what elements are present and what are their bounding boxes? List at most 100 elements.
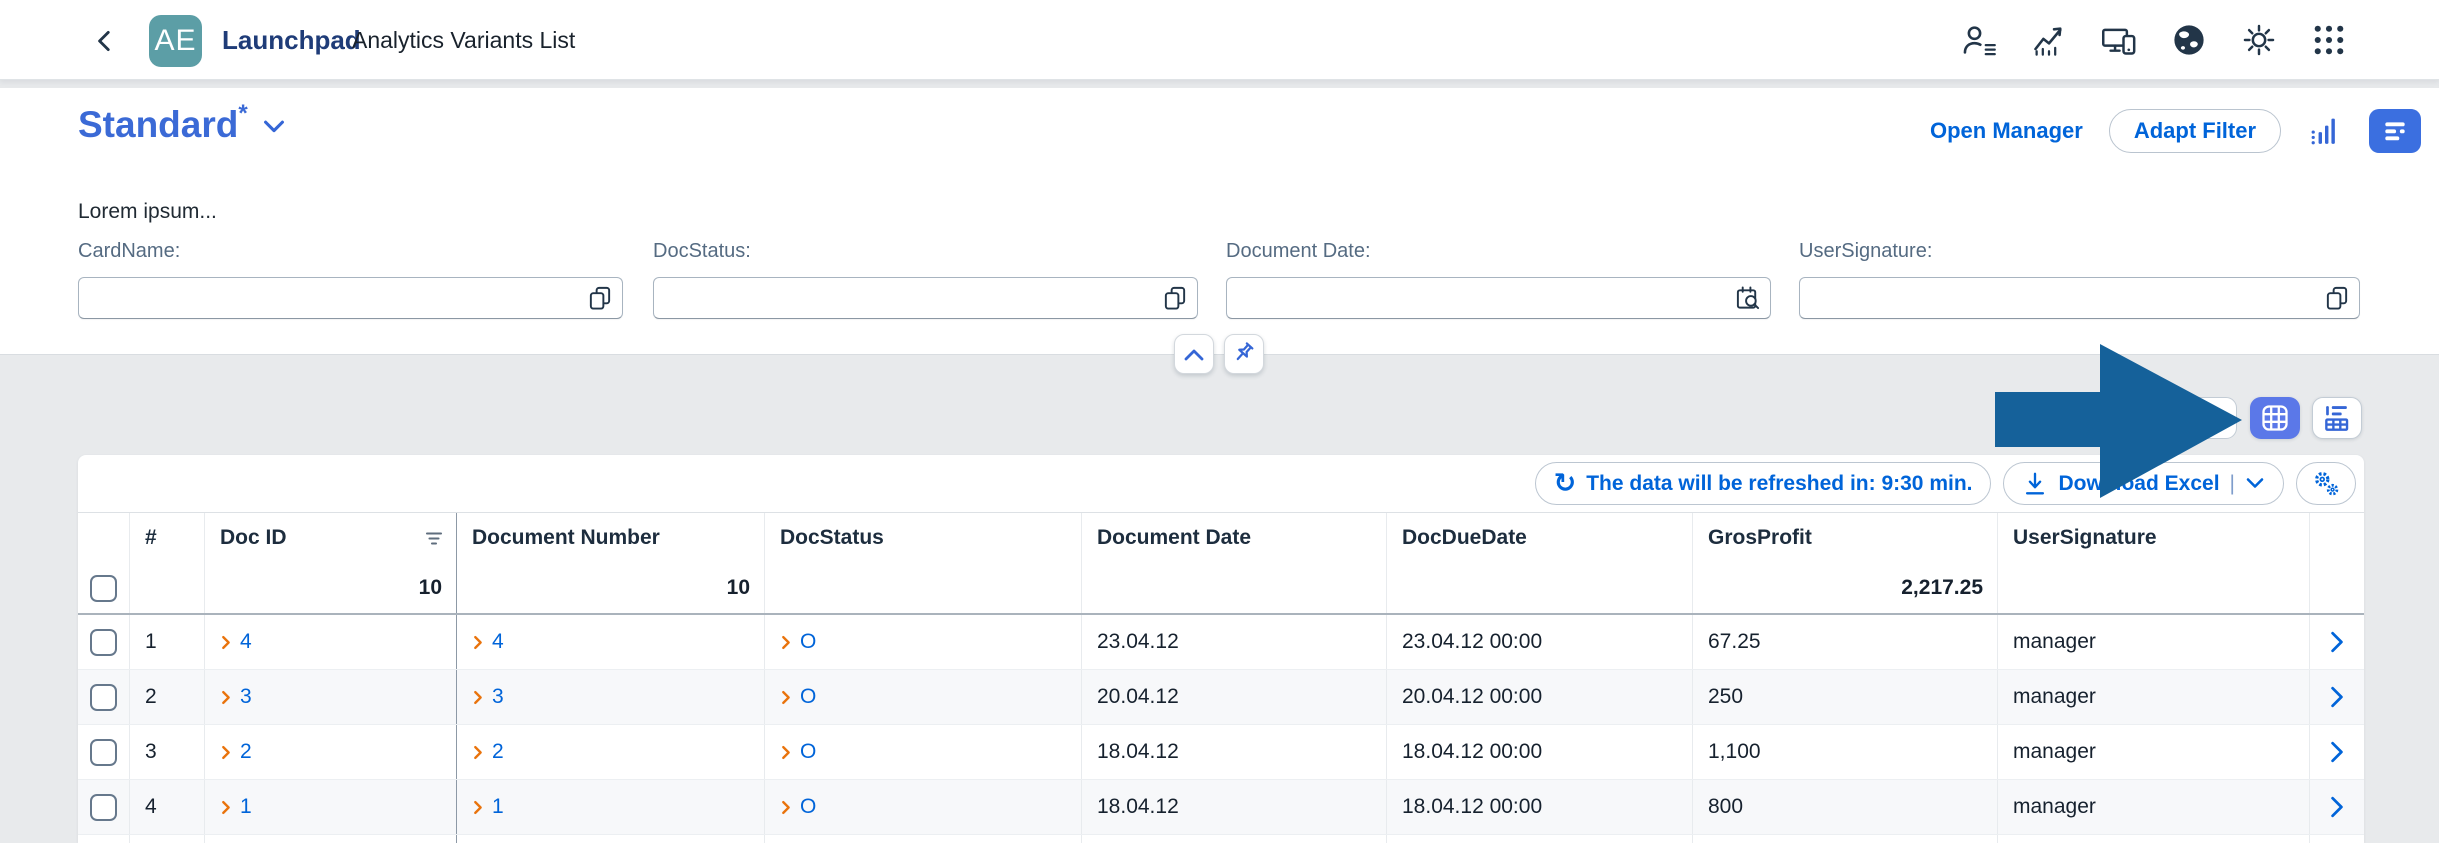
expand-chevron-icon[interactable] bbox=[780, 635, 793, 650]
cardname-input[interactable] bbox=[78, 277, 623, 319]
doc-id-link[interactable]: 3 bbox=[240, 685, 252, 709]
variant-dirty-marker: * bbox=[238, 100, 247, 128]
header-cell-grosprofit[interactable]: GrosProfit bbox=[1693, 513, 1998, 563]
pin-filter-button[interactable] bbox=[1224, 334, 1264, 374]
grid-view-icon bbox=[2260, 403, 2290, 433]
refresh-icon: ↻ bbox=[1554, 470, 1577, 497]
adapt-filter-button[interactable]: Adapt Filter bbox=[2109, 109, 2281, 153]
view-switch-grid-button[interactable] bbox=[2250, 397, 2300, 439]
doc-id-link[interactable]: 2 bbox=[240, 740, 252, 764]
row-checkbox[interactable] bbox=[90, 684, 117, 711]
table-body: 144O23.04.1223.04.12 00:0067.25manager23… bbox=[78, 615, 2364, 835]
expand-chevron-icon[interactable] bbox=[220, 690, 233, 705]
value-help-icon[interactable] bbox=[587, 285, 613, 311]
expand-chevron-icon[interactable] bbox=[780, 800, 793, 815]
docduedate-cell: 18.04.12 00:00 bbox=[1387, 780, 1693, 834]
document-number-link[interactable]: 2 bbox=[492, 740, 504, 764]
empty-cell bbox=[130, 835, 205, 843]
navigate-chevron-icon[interactable] bbox=[2329, 631, 2345, 653]
header-cell-doc-id[interactable]: Doc ID bbox=[205, 513, 457, 563]
filter-layout-button[interactable] bbox=[2369, 109, 2421, 153]
header-cell-document-number[interactable]: Document Number bbox=[457, 513, 765, 563]
expand-chevron-icon[interactable] bbox=[780, 745, 793, 760]
expand-chevron-icon[interactable] bbox=[220, 800, 233, 815]
document-number-link[interactable]: 4 bbox=[492, 630, 504, 654]
row-checkbox[interactable] bbox=[90, 629, 117, 656]
grosprofit-cell: 800 bbox=[1693, 780, 1998, 834]
app-logo[interactable]: AE bbox=[149, 15, 202, 67]
docstatus-link[interactable]: O bbox=[800, 630, 816, 654]
document-date-input[interactable] bbox=[1226, 277, 1771, 319]
navigate-chevron-icon[interactable] bbox=[2329, 796, 2345, 818]
field-label: Document Date: bbox=[1226, 240, 1771, 263]
navigate-chevron-icon[interactable] bbox=[2329, 686, 2345, 708]
usersignature-input[interactable] bbox=[1799, 277, 2360, 319]
shell-header: AE Launchpad Analytics Variants List bbox=[0, 0, 2439, 80]
docduedate-cell: 20.04.12 00:00 bbox=[1387, 670, 1693, 724]
row-checkbox[interactable] bbox=[90, 739, 117, 766]
view-switch-chart-button[interactable] bbox=[2185, 397, 2237, 439]
globe-button[interactable] bbox=[2167, 18, 2211, 62]
chevron-down-icon[interactable] bbox=[2245, 476, 2265, 491]
devices-button[interactable] bbox=[2097, 18, 2141, 62]
header-cell-document-date[interactable]: Document Date bbox=[1082, 513, 1387, 563]
total-cell-empty bbox=[1387, 563, 1693, 613]
expand-chevron-icon[interactable] bbox=[220, 635, 233, 650]
expand-chevron-icon[interactable] bbox=[220, 745, 233, 760]
navigate-chevron-icon[interactable] bbox=[2329, 741, 2345, 763]
table-settings-button[interactable] bbox=[2296, 462, 2356, 505]
value-help-icon[interactable] bbox=[2324, 285, 2350, 311]
user-settings-button[interactable] bbox=[1957, 18, 2001, 62]
select-all-checkbox[interactable] bbox=[90, 575, 117, 602]
header-cell-docduedate[interactable]: DocDueDate bbox=[1387, 513, 1693, 563]
row-navigation-cell bbox=[2310, 615, 2364, 669]
doc-id-link[interactable]: 4 bbox=[240, 630, 252, 654]
docstatus-link[interactable]: O bbox=[800, 740, 816, 764]
document-number-cell: 2 bbox=[457, 725, 765, 779]
total-cell-empty bbox=[2310, 563, 2364, 613]
expand-chevron-icon[interactable] bbox=[472, 635, 485, 650]
app-grid-icon bbox=[2311, 22, 2347, 58]
total-cell-empty bbox=[1998, 563, 2310, 613]
view-switch-table-button[interactable] bbox=[2312, 397, 2362, 439]
header-cell-empty bbox=[78, 513, 130, 563]
docduedate-cell: 18.04.12 00:00 bbox=[1387, 725, 1693, 779]
back-button[interactable] bbox=[88, 24, 122, 58]
expand-chevron-icon[interactable] bbox=[472, 745, 485, 760]
docstatus-link[interactable]: O bbox=[800, 685, 816, 709]
field-label: UserSignature: bbox=[1799, 240, 2360, 263]
docstatus-cell: O bbox=[765, 725, 1082, 779]
document-number-cell: 4 bbox=[457, 615, 765, 669]
document-number-link[interactable]: 3 bbox=[492, 685, 504, 709]
document-number-link[interactable]: 1 bbox=[492, 795, 504, 819]
usersignature-cell: manager bbox=[1998, 615, 2310, 669]
download-icon bbox=[2022, 471, 2048, 497]
refresh-countdown-button[interactable]: ↻ The data will be refreshed in: 9:30 mi… bbox=[1535, 462, 1992, 505]
expand-chevron-icon[interactable] bbox=[472, 800, 485, 815]
app-finder-button[interactable] bbox=[2307, 18, 2351, 62]
header-cell-index[interactable]: # bbox=[130, 513, 205, 563]
doc-id-link[interactable]: 1 bbox=[240, 795, 252, 819]
document-date-cell: 18.04.12 bbox=[1082, 780, 1387, 834]
variant-selector[interactable]: Standard * bbox=[78, 102, 286, 148]
document-number-cell: 1 bbox=[457, 780, 765, 834]
date-lookup-icon[interactable] bbox=[1735, 285, 1761, 311]
open-manager-link[interactable]: Open Manager bbox=[1930, 118, 2083, 144]
application-window: AE Launchpad Analytics Variants List bbox=[0, 0, 2439, 843]
header-cell-usersignature[interactable]: UserSignature bbox=[1998, 513, 2310, 563]
expand-chevron-icon[interactable] bbox=[472, 690, 485, 705]
variant-description: Lorem ipsum... bbox=[78, 200, 217, 224]
row-checkbox[interactable] bbox=[90, 794, 117, 821]
collapse-filter-button[interactable] bbox=[1174, 334, 1214, 374]
analytics-button[interactable] bbox=[2027, 18, 2071, 62]
analytics-table: # Doc ID Document Number DocStatus Docum… bbox=[78, 512, 2364, 843]
expand-chevron-icon[interactable] bbox=[780, 690, 793, 705]
theme-button[interactable] bbox=[2237, 18, 2281, 62]
header-cell-docstatus[interactable]: DocStatus bbox=[765, 513, 1082, 563]
chart-builder-button[interactable] bbox=[2307, 109, 2343, 153]
docstatus-input[interactable] bbox=[653, 277, 1198, 319]
docstatus-link[interactable]: O bbox=[800, 795, 816, 819]
table-row: 411O18.04.1218.04.12 00:00800manager bbox=[78, 780, 2364, 835]
value-help-icon[interactable] bbox=[1162, 285, 1188, 311]
download-excel-button[interactable]: Download Excel | bbox=[2003, 462, 2284, 505]
